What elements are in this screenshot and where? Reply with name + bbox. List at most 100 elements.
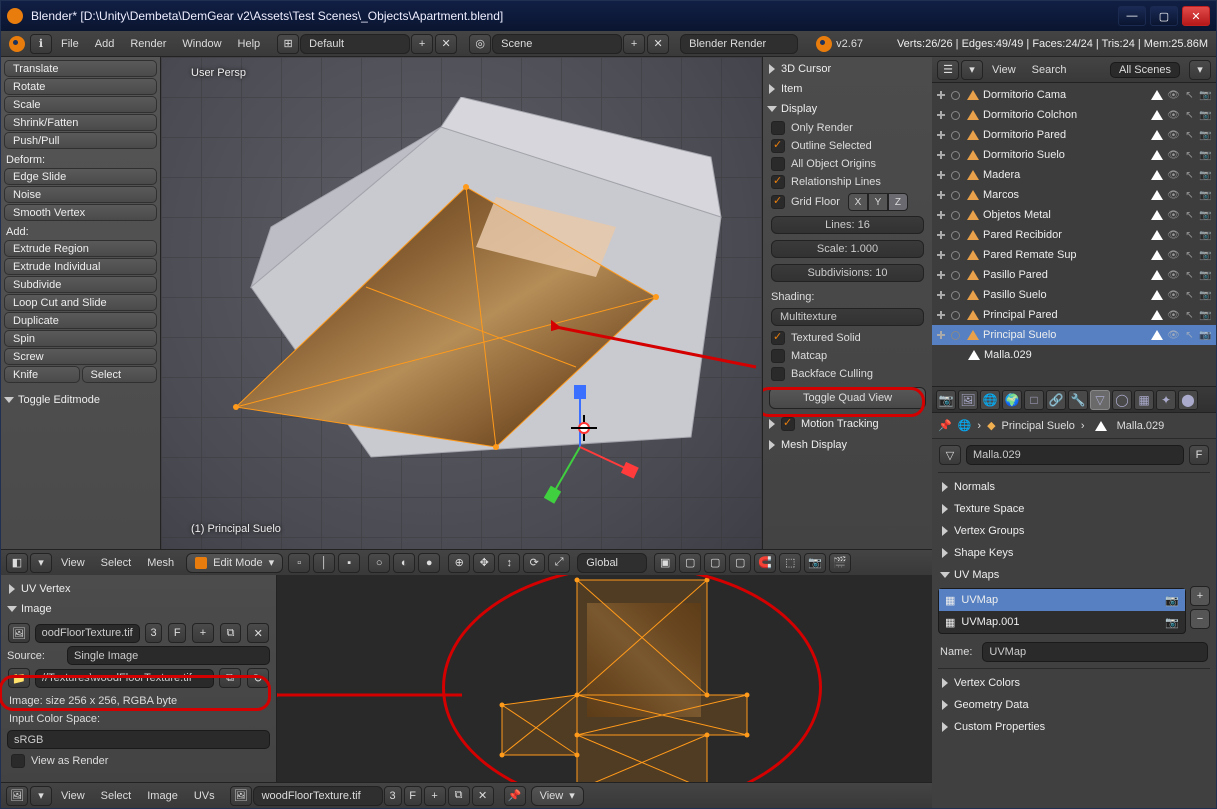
expand-icon[interactable] bbox=[934, 208, 948, 222]
uv-mode-dropdown[interactable]: View▾ bbox=[531, 786, 584, 806]
uvmap-active-render-icon-1[interactable]: 📷 bbox=[1165, 616, 1179, 629]
render-icon[interactable]: 📷 bbox=[1199, 229, 1212, 242]
eye-icon[interactable]: 👁 bbox=[1167, 269, 1180, 282]
tool-knife[interactable]: Knife bbox=[4, 366, 80, 383]
layout-delete-icon[interactable]: ✕ bbox=[435, 34, 457, 54]
uvmap-add-icon[interactable]: + bbox=[1190, 586, 1210, 606]
3dview-menu-mesh[interactable]: Mesh bbox=[139, 557, 182, 569]
expand-icon[interactable] bbox=[934, 148, 948, 162]
outliner-item[interactable]: Dormitorio Cama👁↖📷 bbox=[932, 85, 1216, 105]
blender-logo-icon[interactable] bbox=[9, 36, 25, 52]
filepath-reload-icon[interactable]: ↻ bbox=[247, 668, 269, 688]
uvmap-remove-icon[interactable]: − bbox=[1190, 609, 1210, 629]
image-open-icon[interactable]: ⧉ bbox=[220, 623, 242, 643]
panel-geometry-data[interactable]: Geometry Data bbox=[938, 694, 1210, 716]
cursor-icon[interactable]: ↖ bbox=[1183, 109, 1196, 122]
tab-render-icon[interactable]: 📷 bbox=[936, 390, 956, 410]
check-matcap[interactable]: Matcap bbox=[767, 347, 928, 365]
scene-delete-icon[interactable]: ✕ bbox=[647, 34, 669, 54]
menu-render[interactable]: Render bbox=[122, 34, 174, 54]
snap-element-icon[interactable]: ⬚ bbox=[779, 553, 801, 573]
screen-layout-field[interactable]: Default bbox=[300, 34, 410, 54]
panel-item[interactable]: Item bbox=[767, 79, 928, 99]
tool-screw[interactable]: Screw bbox=[4, 348, 157, 365]
check-textured-solid[interactable]: Textured Solid bbox=[767, 329, 928, 347]
breadcrumb-data[interactable]: Malla.029 bbox=[1117, 420, 1165, 432]
outliner-item[interactable]: Pasillo Suelo👁↖📷 bbox=[932, 285, 1216, 305]
cursor-icon[interactable]: ↖ bbox=[1183, 149, 1196, 162]
cursor-icon[interactable]: ↖ bbox=[1183, 289, 1196, 302]
uv-image-field[interactable]: woodFloorTexture.tif bbox=[253, 786, 383, 806]
check-relationship-lines[interactable]: Relationship Lines bbox=[767, 173, 928, 191]
tab-physics-icon[interactable]: ⬤ bbox=[1178, 390, 1198, 410]
outliner-item[interactable]: Objetos Metal👁↖📷 bbox=[932, 205, 1216, 225]
expand-icon[interactable] bbox=[934, 168, 948, 182]
check-only-render[interactable]: Only Render bbox=[767, 119, 928, 137]
outliner-collapse-icon[interactable]: ▾ bbox=[961, 60, 983, 80]
render-icon[interactable]: 📷 bbox=[1199, 109, 1212, 122]
cursor-icon[interactable]: ↖ bbox=[1183, 229, 1196, 242]
layer-1-icon[interactable]: ▣ bbox=[654, 553, 676, 573]
outliner-display-mode[interactable]: All Scenes bbox=[1110, 62, 1180, 78]
render-icon[interactable]: 📷 bbox=[1199, 329, 1212, 342]
render-engine-field[interactable]: Blender Render bbox=[680, 34, 798, 54]
cursor-icon[interactable]: ↖ bbox=[1183, 189, 1196, 202]
layer-2-icon[interactable]: ▢ bbox=[679, 553, 701, 573]
render-icon[interactable]: 📷 bbox=[1199, 89, 1212, 102]
tool-translate[interactable]: Translate bbox=[4, 60, 157, 77]
axis-z-toggle[interactable]: Z bbox=[888, 193, 908, 211]
uv-menu-image[interactable]: Image bbox=[139, 790, 186, 802]
image-new-icon[interactable]: + bbox=[192, 623, 214, 643]
tool-edge-slide[interactable]: Edge Slide bbox=[4, 168, 157, 185]
render-icon[interactable]: 📷 bbox=[1199, 309, 1212, 322]
panel-vertex-colors[interactable]: Vertex Colors bbox=[938, 672, 1210, 694]
uv-image-new-icon[interactable]: + bbox=[424, 786, 446, 806]
axis-y-toggle[interactable]: Y bbox=[868, 193, 888, 211]
meshdata-fakeuser-button[interactable]: F bbox=[1189, 445, 1209, 465]
tab-modifiers-icon[interactable]: 🔧 bbox=[1068, 390, 1088, 410]
panel-custom-properties[interactable]: Custom Properties bbox=[938, 716, 1210, 738]
eye-icon[interactable]: 👁 bbox=[1167, 129, 1180, 142]
render-icon[interactable]: 📷 bbox=[1199, 129, 1212, 142]
eye-icon[interactable]: 👁 bbox=[1167, 89, 1180, 102]
tool-knife-select[interactable]: Select bbox=[82, 366, 158, 383]
uvmap-active-render-icon[interactable]: 📷 bbox=[1165, 594, 1179, 607]
eye-icon[interactable]: 👁 bbox=[1167, 229, 1180, 242]
expand-icon[interactable] bbox=[934, 108, 948, 122]
expand-icon[interactable] bbox=[934, 308, 948, 322]
layout-add-icon[interactable]: + bbox=[411, 34, 433, 54]
menu-add[interactable]: Add bbox=[87, 34, 123, 54]
uv-image-open-icon[interactable]: ⧉ bbox=[448, 786, 470, 806]
panel-motion-tracking[interactable]: Motion Tracking bbox=[767, 413, 928, 435]
eye-icon[interactable]: 👁 bbox=[1167, 149, 1180, 162]
filepath-icon[interactable]: 📁 bbox=[8, 668, 30, 688]
uv-image-canvas[interactable] bbox=[277, 575, 932, 782]
select-mode-vertex-icon[interactable]: ▫ bbox=[288, 553, 310, 573]
tool-smooth-vertex[interactable]: Smooth Vertex bbox=[4, 204, 157, 221]
colorspace-field[interactable]: sRGB bbox=[7, 730, 270, 749]
uv-menu-select[interactable]: Select bbox=[93, 790, 140, 802]
tab-render-layers-icon[interactable]: 🖼 bbox=[958, 390, 978, 410]
meshdata-browse-icon[interactable]: ▽ bbox=[939, 445, 961, 465]
outliner-item[interactable]: Dormitorio Colchon👁↖📷 bbox=[932, 105, 1216, 125]
tool-subdivide[interactable]: Subdivide bbox=[4, 276, 157, 293]
panel-mesh-display[interactable]: Mesh Display bbox=[767, 435, 928, 455]
source-field[interactable]: Single Image bbox=[67, 646, 270, 665]
outliner-child-item[interactable]: Malla.029 bbox=[932, 345, 1216, 365]
tool-noise[interactable]: Noise bbox=[4, 186, 157, 203]
panel-texture-space[interactable]: Texture Space bbox=[938, 498, 1210, 520]
expand-icon[interactable] bbox=[934, 228, 948, 242]
outliner-item[interactable]: Dormitorio Pared👁↖📷 bbox=[932, 125, 1216, 145]
expand-icon[interactable] bbox=[934, 248, 948, 262]
tool-loop-cut[interactable]: Loop Cut and Slide bbox=[4, 294, 157, 311]
cursor-icon[interactable]: ↖ bbox=[1183, 309, 1196, 322]
outliner-menu-search[interactable]: Search bbox=[1024, 64, 1075, 76]
expand-icon[interactable] bbox=[934, 268, 948, 282]
expand-icon[interactable] bbox=[934, 288, 948, 302]
select-mode-edge-icon[interactable]: │ bbox=[313, 553, 335, 573]
scene-browse-icon[interactable]: ◎ bbox=[469, 34, 491, 54]
shading-wire-icon[interactable]: ◐ bbox=[393, 553, 415, 573]
3dview-menu-view[interactable]: View bbox=[53, 557, 93, 569]
tool-push-pull[interactable]: Push/Pull bbox=[4, 132, 157, 149]
image-unlink-icon[interactable]: ✕ bbox=[247, 623, 269, 643]
